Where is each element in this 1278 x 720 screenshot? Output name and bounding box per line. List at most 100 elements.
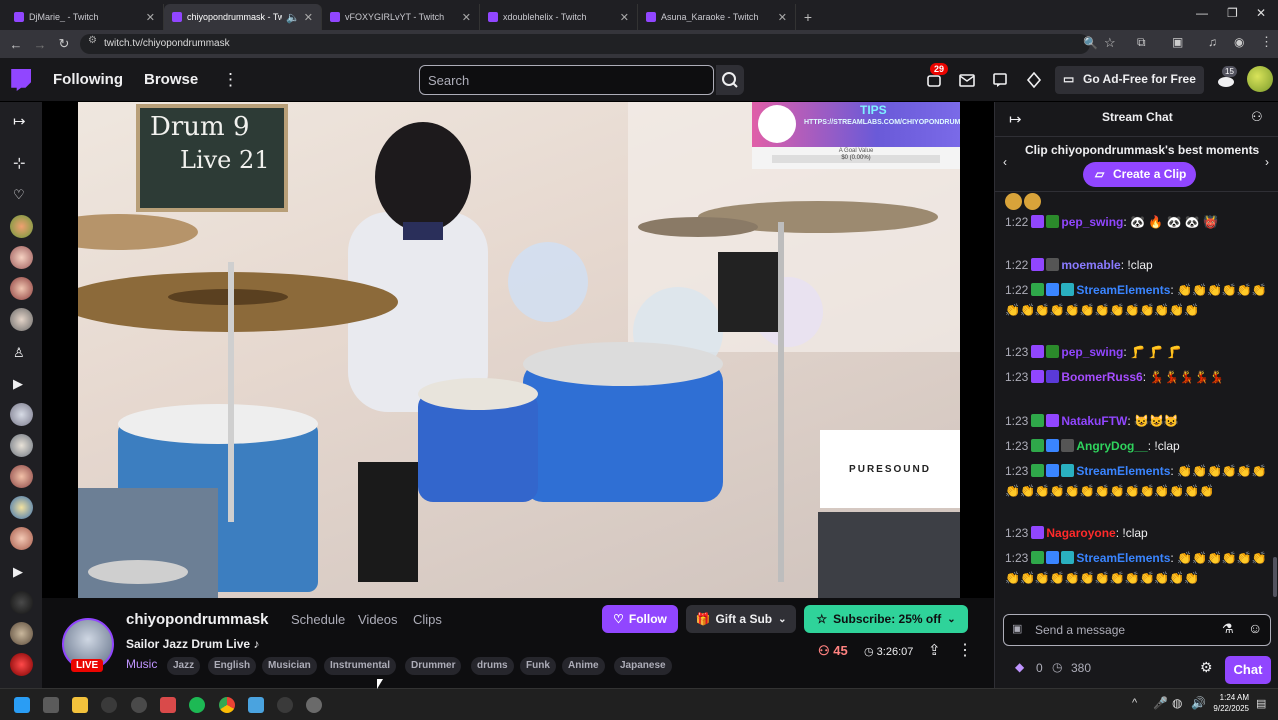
video-channel-icon[interactable]: ▶ [13, 564, 23, 580]
tray-chevron-icon[interactable]: ^ [1132, 697, 1137, 709]
channel-avatar[interactable] [10, 622, 33, 645]
sidepanel-icon[interactable]: ▣ [1172, 35, 1183, 49]
site-info-icon[interactable]: ⚙ [88, 35, 97, 46]
create-clip-button[interactable]: ▱ Create a Clip [1083, 162, 1196, 187]
tab-clips[interactable]: Clips [413, 612, 442, 627]
browser-tab[interactable]: DjMarie_ - Twitch ✕ [6, 4, 164, 30]
search-button[interactable] [716, 65, 744, 95]
channel-avatar[interactable] [10, 246, 33, 269]
chat-input[interactable]: ▣ Send a message ⚗ ☺ [1003, 614, 1271, 646]
video-player[interactable]: Drum 9 Live 21 TIPS HTTPS://STREAMLABS.C… [78, 102, 960, 598]
msg-user[interactable]: pep_swing [1061, 345, 1123, 359]
minimize-icon[interactable]: — [1196, 6, 1208, 20]
msg-user[interactable]: StreamElements [1076, 464, 1170, 478]
video-channel-icon[interactable]: ▶ [13, 376, 23, 392]
tag-drums[interactable]: drums [471, 657, 514, 675]
channel-avatar[interactable] [10, 403, 33, 426]
follow-button[interactable]: ♡ Follow [602, 605, 678, 633]
network-icon[interactable]: ◍ [1172, 696, 1182, 710]
close-window-icon[interactable]: ✕ [1256, 6, 1266, 20]
whispers-icon[interactable] [992, 72, 1008, 88]
followed-heart-icon[interactable]: ♡ [13, 187, 25, 203]
close-tab-icon[interactable]: ✕ [146, 11, 155, 24]
msg-user[interactable]: BoomerRuss6 [1061, 370, 1142, 384]
close-tab-icon[interactable]: ✕ [304, 11, 313, 24]
msg-user[interactable]: NatakuFTW [1061, 414, 1127, 428]
back-icon[interactable]: ← [4, 37, 28, 52]
close-tab-icon[interactable]: ✕ [778, 11, 787, 24]
gift-sub-button[interactable]: 🎁 Gift a Sub ⌄ [686, 605, 796, 633]
subscribe-button[interactable]: ☆ Subscribe: 25% off ⌄ [804, 605, 968, 633]
channel-avatar[interactable] [10, 591, 33, 614]
browser-menu-icon[interactable]: ⋮ [1260, 34, 1273, 50]
app-icon[interactable] [160, 697, 176, 713]
bits-diamond-icon[interactable]: ◆ [1015, 660, 1024, 674]
twitch-logo-icon[interactable] [11, 69, 31, 91]
task-view-icon[interactable] [43, 697, 59, 713]
channel-avatar[interactable] [10, 465, 33, 488]
share-icon[interactable]: ⇪ [928, 641, 941, 659]
chat-scrollbar[interactable] [1273, 557, 1277, 597]
channel-avatar[interactable] [10, 277, 33, 300]
tag-jazz[interactable]: Jazz [167, 657, 201, 675]
browser-tab[interactable]: Asuna_Karaoke - Twitch ✕ [638, 4, 796, 30]
msg-user[interactable]: moemable [1061, 258, 1120, 272]
emote-picker-icon[interactable]: ☺ [1248, 620, 1262, 636]
tab-videos[interactable]: Videos [358, 612, 398, 627]
bookmark-star-icon[interactable]: ☆ [1104, 35, 1116, 51]
browser-tab[interactable]: xdoublehelix - Twitch ✕ [480, 4, 638, 30]
community-icon[interactable]: ⚇ [1251, 109, 1263, 125]
browser-tab[interactable]: vFOXYGIRLvYT - Twitch ✕ [322, 4, 480, 30]
close-tab-icon[interactable]: ✕ [620, 11, 629, 24]
forward-icon[interactable]: → [28, 37, 52, 52]
channel-points-icon[interactable]: ◷ [1052, 660, 1062, 674]
channel-avatar[interactable] [10, 308, 33, 331]
chat-badge-icon[interactable]: ▣ [1012, 622, 1022, 635]
expand-sidebar-icon[interactable]: ↦ [13, 112, 26, 130]
msg-user[interactable]: StreamElements [1076, 551, 1170, 565]
maximize-icon[interactable]: ❐ [1227, 6, 1238, 20]
tag-funk[interactable]: Funk [520, 657, 556, 675]
app-icon[interactable] [101, 697, 117, 713]
msg-user[interactable]: pep_swing [1061, 215, 1123, 229]
bits-icon[interactable]: ⚗ [1222, 621, 1234, 637]
close-tab-icon[interactable]: ✕ [462, 11, 471, 24]
app-icon[interactable] [248, 697, 264, 713]
tag-musician[interactable]: Musician [262, 657, 317, 675]
inbox-icon[interactable] [959, 72, 975, 88]
zoom-icon[interactable]: 🔍 [1083, 36, 1098, 50]
mic-icon[interactable]: 🎤 [1153, 696, 1168, 710]
tag-japanese[interactable]: Japanese [614, 657, 672, 675]
chevron-left-icon[interactable]: ‹ [1003, 155, 1007, 169]
tag-instrumental[interactable]: Instrumental [324, 657, 397, 675]
app-icon[interactable] [277, 697, 293, 713]
tag-drummer[interactable]: Drummer [405, 657, 462, 675]
more-options-icon[interactable]: ⋮ [957, 640, 973, 660]
channel-placeholder-icon[interactable]: ♙ [13, 345, 25, 361]
spotify-icon[interactable] [189, 697, 205, 713]
extensions-icon[interactable]: ⧉ [1137, 35, 1146, 50]
chrome-icon[interactable] [219, 697, 235, 713]
user-avatar[interactable] [1247, 66, 1273, 92]
go-ad-free-button[interactable]: ▭ Go Ad-Free for Free [1055, 66, 1204, 94]
collapse-chat-icon[interactable]: ↦ [1009, 110, 1022, 128]
search-input[interactable]: Search [419, 65, 714, 95]
more-options-icon[interactable]: ⋮ [222, 70, 239, 90]
chat-settings-gear-icon[interactable]: ⚙ [1200, 659, 1213, 676]
chat-send-button[interactable]: Chat [1225, 656, 1271, 684]
category-link[interactable]: Music [126, 657, 157, 671]
tag-english[interactable]: English [208, 657, 257, 675]
browse-link[interactable]: Browse [144, 71, 198, 88]
media-control-icon[interactable]: ♫ [1208, 35, 1217, 49]
channel-avatar[interactable] [10, 215, 33, 238]
windows-start-icon[interactable] [14, 697, 30, 713]
app-icon[interactable] [131, 697, 147, 713]
browser-tab-active[interactable]: chiyopondrummask - Twit 🔈 ✕ [164, 4, 322, 30]
url-field[interactable]: twitch.tv/chiyopondrummask [80, 34, 1090, 54]
clock[interactable]: 1:24 AM 9/22/2025 [1213, 692, 1249, 714]
prime-crown-icon[interactable] [1026, 72, 1042, 88]
volume-icon[interactable]: 🔊 [1191, 696, 1206, 710]
new-tab-button[interactable]: + [796, 4, 820, 30]
msg-user[interactable]: Nagaroyone [1046, 526, 1115, 540]
chevron-right-icon[interactable]: › [1265, 155, 1269, 169]
